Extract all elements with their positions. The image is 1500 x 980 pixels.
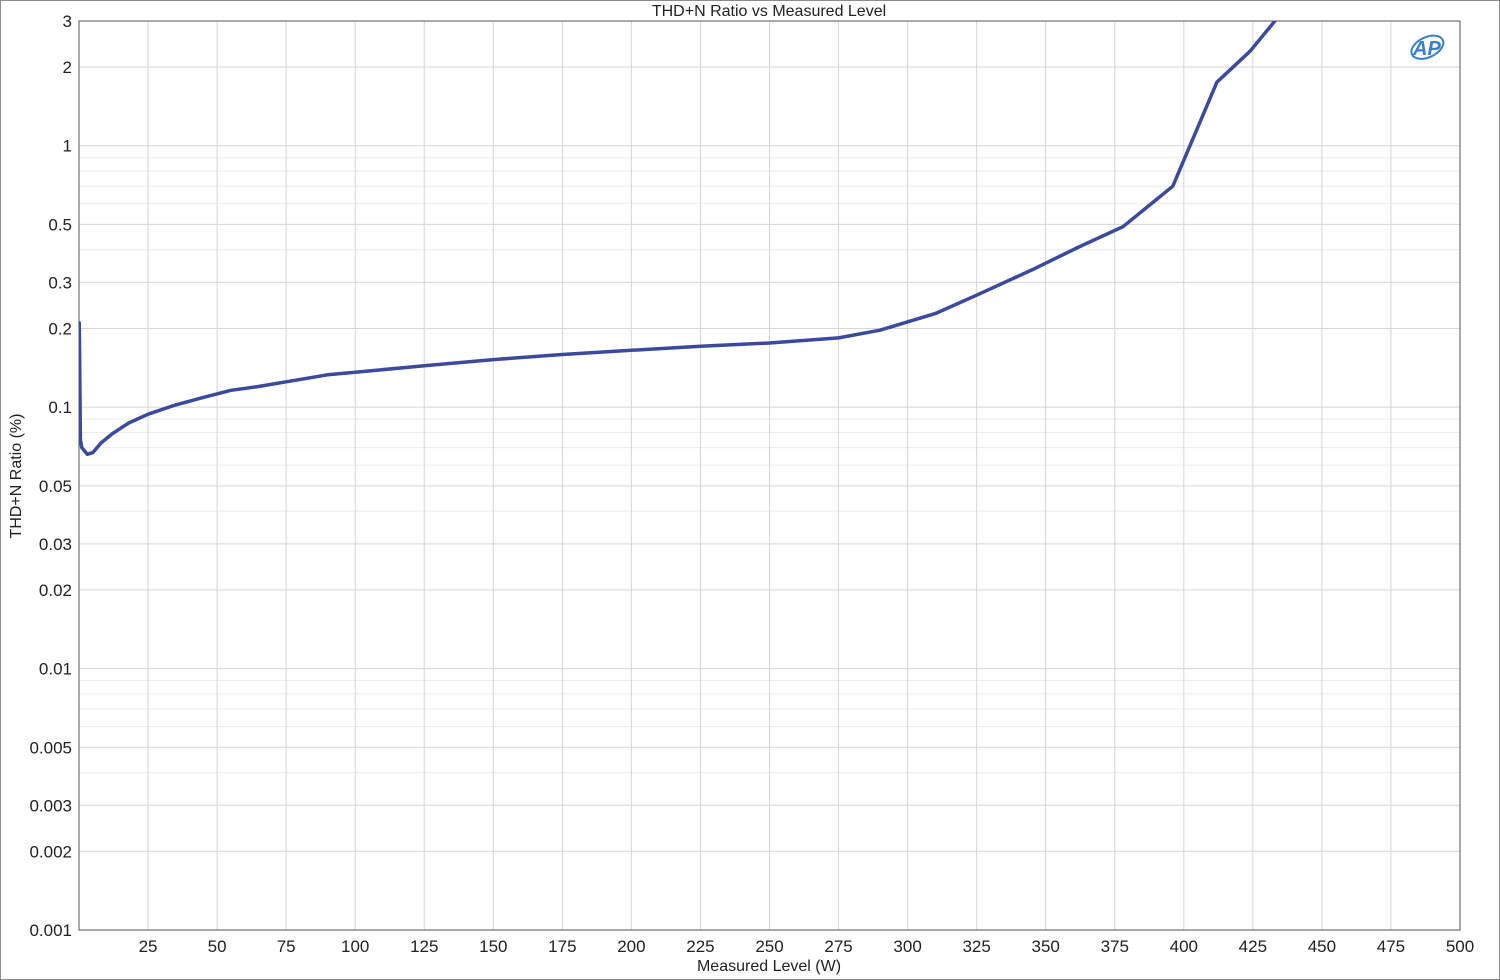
y-tick-label: 0.002 xyxy=(29,842,72,861)
chart-canvas: 25 50 75 100 125 150 175 200 225 250 275 300 325 350 3… xyxy=(8,3,1475,975)
ap-logo: AP xyxy=(1410,34,1445,60)
y-tick-label: 0.02 xyxy=(39,581,72,600)
x-tick-label: 25 xyxy=(139,937,158,956)
y-tick-label: 0.03 xyxy=(39,535,72,554)
y-tick-label: 3 xyxy=(63,12,72,31)
y-tick-label: 0.001 xyxy=(29,921,72,940)
x-axis-ticks: 25 50 75 100 125 150 175 200 225 250 275 300 325 350 3… xyxy=(139,937,1475,956)
series-line xyxy=(79,21,1277,457)
series-layer xyxy=(79,21,1277,457)
x-tick-label: 100 xyxy=(341,937,369,956)
y-axis-label: THD+N Ratio (%) xyxy=(8,414,25,539)
y-axis-ticks: 0.001 0.002 0.003 0.005 0.01 0.02 0.03 0.05 0.1 0… xyxy=(29,12,72,940)
x-tick-label: 275 xyxy=(824,937,852,956)
y-tick-label: 2 xyxy=(63,58,72,77)
x-tick-label: 175 xyxy=(548,937,576,956)
x-tick-label: 375 xyxy=(1101,937,1129,956)
chart-title: THD+N Ratio vs Measured Level xyxy=(652,3,886,20)
x-tick-label: 400 xyxy=(1170,937,1198,956)
x-tick-label: 125 xyxy=(410,937,438,956)
x-tick-label: 450 xyxy=(1308,937,1336,956)
x-tick-label: 475 xyxy=(1377,937,1405,956)
x-tick-label: 300 xyxy=(893,937,921,956)
y-tick-label: 0.5 xyxy=(48,215,72,234)
y-tick-label: 0.005 xyxy=(29,738,72,757)
x-tick-label: 200 xyxy=(617,937,645,956)
x-tick-label: 50 xyxy=(208,937,227,956)
x-tick-label: 325 xyxy=(962,937,990,956)
y-tick-label: 0.003 xyxy=(29,796,72,815)
y-tick-label: 0.3 xyxy=(48,273,72,292)
x-tick-label: 500 xyxy=(1446,937,1474,956)
y-tick-label: 1 xyxy=(63,137,72,156)
y-tick-label: 0.01 xyxy=(39,660,72,679)
x-tick-label: 150 xyxy=(479,937,507,956)
x-axis-label: Measured Level (W) xyxy=(697,958,841,975)
x-tick-label: 250 xyxy=(755,937,783,956)
y-tick-label: 0.05 xyxy=(39,477,72,496)
y-tick-label: 0.2 xyxy=(48,319,72,338)
y-tick-label: 0.1 xyxy=(48,398,72,417)
x-tick-label: 225 xyxy=(686,937,714,956)
x-tick-label: 75 xyxy=(277,937,296,956)
major-gridlines xyxy=(79,20,1461,931)
x-tick-label: 350 xyxy=(1032,937,1060,956)
logo-text: AP xyxy=(1412,38,1441,60)
x-tick-label: 425 xyxy=(1239,937,1267,956)
